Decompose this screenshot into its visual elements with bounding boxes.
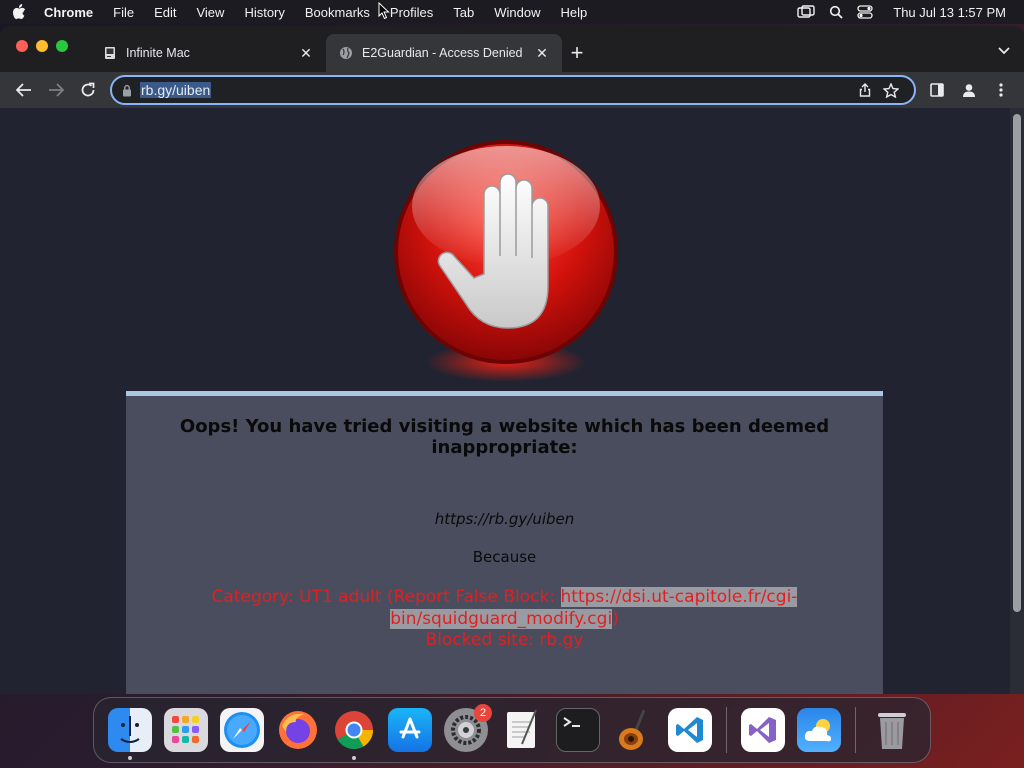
dock-weather[interactable] — [791, 702, 847, 758]
scrollbar-thumb[interactable] — [1013, 114, 1021, 612]
safari-icon — [220, 708, 264, 752]
control-center-icon[interactable] — [857, 5, 873, 19]
appstore-icon — [388, 708, 432, 752]
menu-edit[interactable]: Edit — [154, 5, 176, 20]
screen-mirror-icon[interactable] — [797, 5, 815, 19]
reason-category: Category: UT1 adult (Report False Block: — [211, 587, 561, 607]
dock: 2 — [93, 697, 931, 763]
chrome-icon — [332, 708, 376, 752]
close-icon[interactable]: ✕ — [298, 45, 314, 61]
browser-toolbar: rb.gy/uiben — [0, 72, 1024, 108]
kebab-menu-icon[interactable] — [988, 76, 1014, 104]
block-reason: Category: UT1 adult (Report False Block:… — [126, 586, 883, 630]
blocked-site: Blocked site: rb.gy — [425, 630, 584, 650]
stop-hand-icon — [380, 136, 632, 396]
dock-app-store[interactable] — [382, 702, 438, 758]
blocked-url: https://rb.gy/uiben — [434, 510, 575, 528]
tab-access-denied[interactable]: E2Guardian - Access Denied ✕ — [326, 34, 562, 72]
terminal-icon — [556, 708, 600, 752]
block-message-panel: Oops! You have tried visiting a website … — [126, 391, 883, 694]
dock-garageband[interactable] — [606, 702, 662, 758]
menu-file[interactable]: File — [113, 5, 134, 20]
mouse-cursor-icon — [378, 1, 390, 25]
reason-suffix: ) — [612, 609, 619, 629]
menu-window[interactable]: Window — [494, 5, 540, 20]
menu-tab[interactable]: Tab — [453, 5, 474, 20]
window-controls — [16, 40, 68, 52]
textedit-icon — [500, 708, 544, 752]
trash-icon — [870, 708, 914, 752]
menu-help[interactable]: Help — [561, 5, 588, 20]
share-icon[interactable] — [852, 83, 878, 97]
bookmark-star-icon[interactable] — [878, 82, 904, 98]
dock-separator — [726, 707, 727, 753]
dock-terminal[interactable] — [550, 702, 606, 758]
menu-clock[interactable]: Thu Jul 13 1:57 PM — [893, 5, 1006, 20]
dock-launchpad[interactable] — [158, 702, 214, 758]
finder-icon — [108, 708, 152, 752]
dock-finder[interactable] — [102, 702, 158, 760]
menu-bar: Chrome File Edit View History Bookmarks … — [0, 0, 1024, 24]
dock-chrome[interactable] — [326, 702, 382, 760]
notification-badge: 2 — [474, 704, 492, 722]
profile-avatar-icon[interactable] — [956, 76, 982, 104]
reload-button[interactable] — [72, 76, 104, 104]
back-button[interactable] — [8, 76, 40, 104]
dock-trash[interactable] — [864, 702, 920, 758]
zoom-window-button[interactable] — [56, 40, 68, 52]
new-tab-button[interactable]: + — [562, 34, 592, 72]
because-label: Because — [472, 548, 537, 566]
dock-visual-studio[interactable] — [735, 702, 791, 758]
forward-button[interactable] — [40, 76, 72, 104]
menu-history[interactable]: History — [244, 5, 284, 20]
dock-firefox[interactable] — [270, 702, 326, 758]
dock-system-settings[interactable]: 2 — [438, 702, 494, 758]
tab-title: Infinite Mac — [126, 46, 190, 60]
tab-infinite-mac[interactable]: Infinite Mac ✕ — [90, 34, 326, 72]
garageband-icon — [612, 708, 656, 752]
page-scrollbar[interactable] — [1010, 108, 1024, 694]
minimize-window-button[interactable] — [36, 40, 48, 52]
launchpad-icon — [164, 708, 208, 752]
close-icon[interactable]: ✕ — [534, 45, 550, 61]
visualstudio-icon — [741, 708, 785, 752]
globe-icon — [338, 45, 354, 61]
lock-icon[interactable] — [122, 84, 132, 97]
dock-textedit[interactable] — [494, 702, 550, 758]
menu-view[interactable]: View — [196, 5, 224, 20]
block-headline: Oops! You have tried visiting a website … — [179, 416, 830, 458]
apple-icon[interactable] — [12, 4, 26, 20]
menu-profiles[interactable]: Profiles — [390, 5, 433, 20]
side-panel-icon[interactable] — [924, 76, 950, 104]
spotlight-search-icon[interactable] — [829, 5, 843, 19]
dock-vscode[interactable] — [662, 702, 718, 758]
vscode-icon — [668, 708, 712, 752]
page-content: Oops! You have tried visiting a website … — [0, 108, 1010, 694]
address-bar[interactable]: rb.gy/uiben — [110, 75, 916, 105]
menu-app-name[interactable]: Chrome — [44, 5, 93, 20]
menu-bookmarks[interactable]: Bookmarks — [305, 5, 370, 20]
chevron-down-icon[interactable] — [998, 42, 1010, 60]
dock-separator — [855, 707, 856, 753]
close-window-button[interactable] — [16, 40, 28, 52]
url-text[interactable]: rb.gy/uiben — [140, 82, 212, 98]
tab-strip: Infinite Mac ✕ E2Guardian - Access Denie… — [0, 26, 1024, 72]
firefox-icon — [276, 708, 320, 752]
tab-title: E2Guardian - Access Denied — [362, 46, 523, 60]
dock-safari[interactable] — [214, 702, 270, 758]
mac-icon — [102, 45, 118, 61]
weather-icon — [797, 708, 841, 752]
